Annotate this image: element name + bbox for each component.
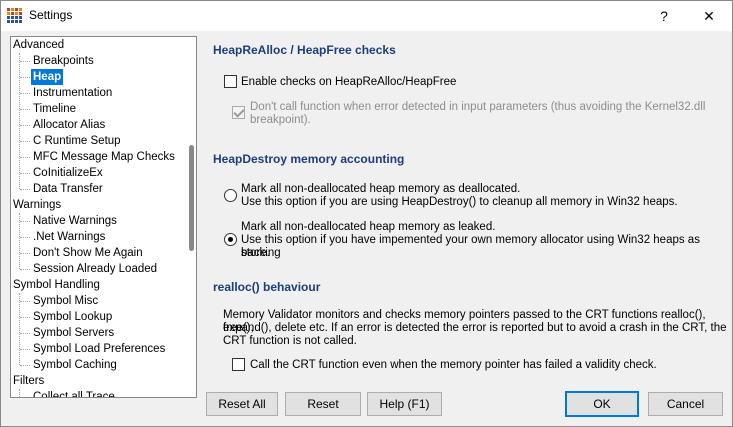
tree-category[interactable]: Filters	[13, 373, 44, 389]
tree-connector	[20, 93, 30, 94]
tree-connector	[20, 141, 30, 142]
tree-category[interactable]: Advanced	[13, 37, 64, 53]
tree-connector	[20, 397, 30, 398]
help-button[interactable]: Help (F1)	[367, 392, 442, 416]
settings-tree[interactable]: Advanced Breakpoints Heap Instrumentation Ti…	[10, 36, 197, 398]
tree-connector	[20, 365, 30, 366]
tree-scroll-thumb[interactable]	[189, 145, 194, 251]
help-icon[interactable]: ?	[641, 1, 687, 31]
cancel-button[interactable]: Cancel	[648, 392, 723, 416]
tree-connector	[20, 221, 30, 222]
tree-category[interactable]: Symbol Handling	[13, 277, 100, 293]
realloc-description-line3: CRT function is not called.	[223, 335, 357, 347]
window-title: Settings	[29, 8, 73, 22]
tree-connector	[20, 269, 30, 270]
tree-connector	[20, 125, 30, 126]
call-crt-label: Call the CRT function even when the memo…	[250, 359, 657, 371]
tree-item[interactable]: .Net Warnings	[33, 229, 105, 245]
tree-item[interactable]: Native Warnings	[33, 213, 117, 229]
tree-item[interactable]: Heap	[31, 69, 64, 85]
tree-scrollbar[interactable]	[186, 37, 196, 397]
tree-connector	[19, 53, 20, 189]
tree-item[interactable]: C Runtime Setup	[33, 133, 121, 149]
tree-connector	[20, 61, 30, 62]
tree-item[interactable]: Breakpoints	[33, 53, 94, 69]
tree-connector	[20, 157, 30, 158]
app-grid-icon	[7, 8, 23, 24]
mark-leaked-line1: Mark all non-deallocated heap memory as …	[241, 221, 496, 233]
heapdestroy-heading: HeapDestroy memory accounting	[213, 152, 405, 166]
tree-item[interactable]: Instrumentation	[33, 85, 112, 101]
tree-connector	[20, 77, 30, 78]
tree-item[interactable]: CoInitializeEx	[33, 165, 103, 181]
mark-leaked-radio[interactable]	[224, 233, 237, 246]
tree-item[interactable]: Session Already Loaded	[33, 261, 157, 277]
tree-item[interactable]: Allocator Alias	[33, 117, 105, 133]
mark-deallocated-line2: Use this option if you are using HeapDes…	[241, 196, 678, 208]
tree-connector	[20, 301, 30, 302]
enable-checks-label: Enable checks on HeapReAlloc/HeapFree	[241, 76, 457, 88]
realloc-heading: realloc() behaviour	[213, 280, 321, 294]
title-bar: Settings ? ✕	[1, 1, 732, 31]
mark-deallocated-line1: Mark all non-deallocated heap memory as …	[241, 183, 521, 195]
dont-call-label-line1: Don't call function when error detected …	[250, 101, 706, 113]
tree-connector	[20, 317, 30, 318]
call-crt-checkbox[interactable]	[232, 358, 245, 371]
realloc-description-line2: expand(), delete etc. If an error is det…	[223, 322, 727, 334]
tree-connector	[20, 189, 30, 190]
dont-call-checkbox[interactable]	[232, 106, 245, 119]
tree-connector	[20, 333, 30, 334]
mark-deallocated-radio[interactable]	[224, 189, 237, 202]
tree-connector	[20, 349, 30, 350]
tree-item[interactable]: MFC Message Map Checks	[33, 149, 175, 165]
mark-leaked-line3: store.	[241, 247, 270, 259]
tree-item[interactable]: Symbol Caching	[33, 357, 117, 373]
tree-item[interactable]: Data Transfer	[33, 181, 103, 197]
tree-item[interactable]: Don't Show Me Again	[33, 245, 143, 261]
tree-category[interactable]: Warnings	[13, 197, 61, 213]
tree-item[interactable]: Symbol Servers	[33, 325, 114, 341]
ok-button[interactable]: OK	[565, 391, 639, 417]
close-icon[interactable]: ✕	[686, 1, 732, 31]
reset-all-button[interactable]: Reset All	[206, 392, 278, 416]
tree-item[interactable]: Symbol Lookup	[33, 309, 112, 325]
enable-checks-checkbox[interactable]	[224, 75, 237, 88]
tree-connector	[20, 109, 30, 110]
tree-connector	[20, 173, 30, 174]
tree-connector	[19, 293, 20, 365]
tree-connector	[20, 237, 30, 238]
heaprealloc-heading: HeapReAlloc / HeapFree checks	[213, 43, 396, 57]
reset-button[interactable]: Reset	[285, 392, 361, 416]
tree-item[interactable]: Collect all Trace	[33, 389, 115, 397]
tree-connector	[20, 253, 30, 254]
tree-item[interactable]: Timeline	[33, 101, 76, 117]
settings-window: Settings ? ✕ Advanced Breakpoints Heap Inst…	[0, 0, 733, 427]
dont-call-label-line2: breakpoint).	[250, 114, 311, 126]
tree-item[interactable]: Symbol Load Preferences	[33, 341, 165, 357]
mark-leaked-line2: Use this option if you have impemented y…	[241, 234, 700, 259]
tree-item[interactable]: Symbol Misc	[33, 293, 98, 309]
